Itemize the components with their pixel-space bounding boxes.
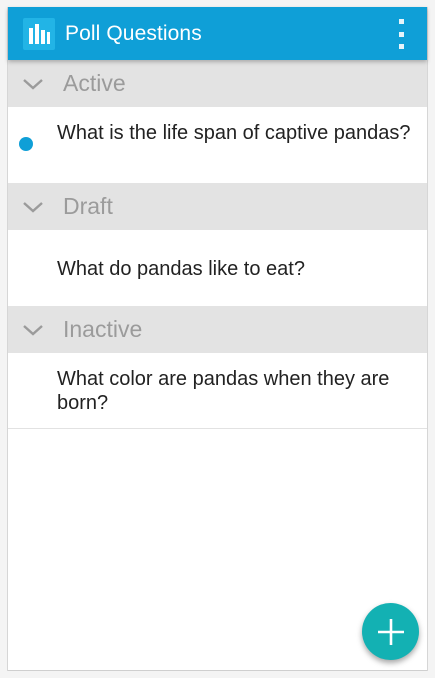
- list-divider: [8, 428, 427, 429]
- chevron-down-icon: [23, 201, 43, 213]
- section-header-active[interactable]: Active: [8, 60, 427, 107]
- list-item[interactable]: What color are pandas when they are born…: [8, 353, 427, 428]
- chevron-down-icon: [23, 78, 43, 90]
- section-label: Active: [63, 70, 126, 96]
- plus-icon: [377, 618, 404, 645]
- question-text: What do pandas like to eat?: [57, 258, 305, 280]
- active-status-dot: [19, 137, 33, 151]
- app-screen: Poll Questions Active What is the life s…: [7, 7, 428, 671]
- question-text: What color are pandas when they are born…: [57, 368, 390, 414]
- section-header-inactive[interactable]: Inactive: [8, 306, 427, 353]
- list-item[interactable]: What is the life span of captive pandas?: [8, 107, 427, 183]
- section-label: Draft: [63, 193, 113, 219]
- app-title: Poll Questions: [65, 21, 202, 45]
- more-vert-icon[interactable]: [395, 19, 407, 49]
- bottom-divider: [8, 670, 427, 671]
- overflow-dot: [398, 44, 404, 49]
- chevron-down-icon: [23, 324, 43, 336]
- app-bar: Poll Questions: [8, 7, 427, 60]
- question-text: What is the life span of captive pandas?: [57, 122, 411, 144]
- device-frame: Poll Questions Active What is the life s…: [0, 0, 435, 678]
- add-poll-button[interactable]: [362, 603, 419, 660]
- overflow-dot: [398, 19, 404, 24]
- section-label: Inactive: [63, 316, 143, 342]
- bar-chart-icon[interactable]: [23, 17, 55, 50]
- overflow-dot: [398, 31, 404, 37]
- list-item[interactable]: What do pandas like to eat?: [8, 230, 427, 306]
- section-header-draft[interactable]: Draft: [8, 183, 427, 230]
